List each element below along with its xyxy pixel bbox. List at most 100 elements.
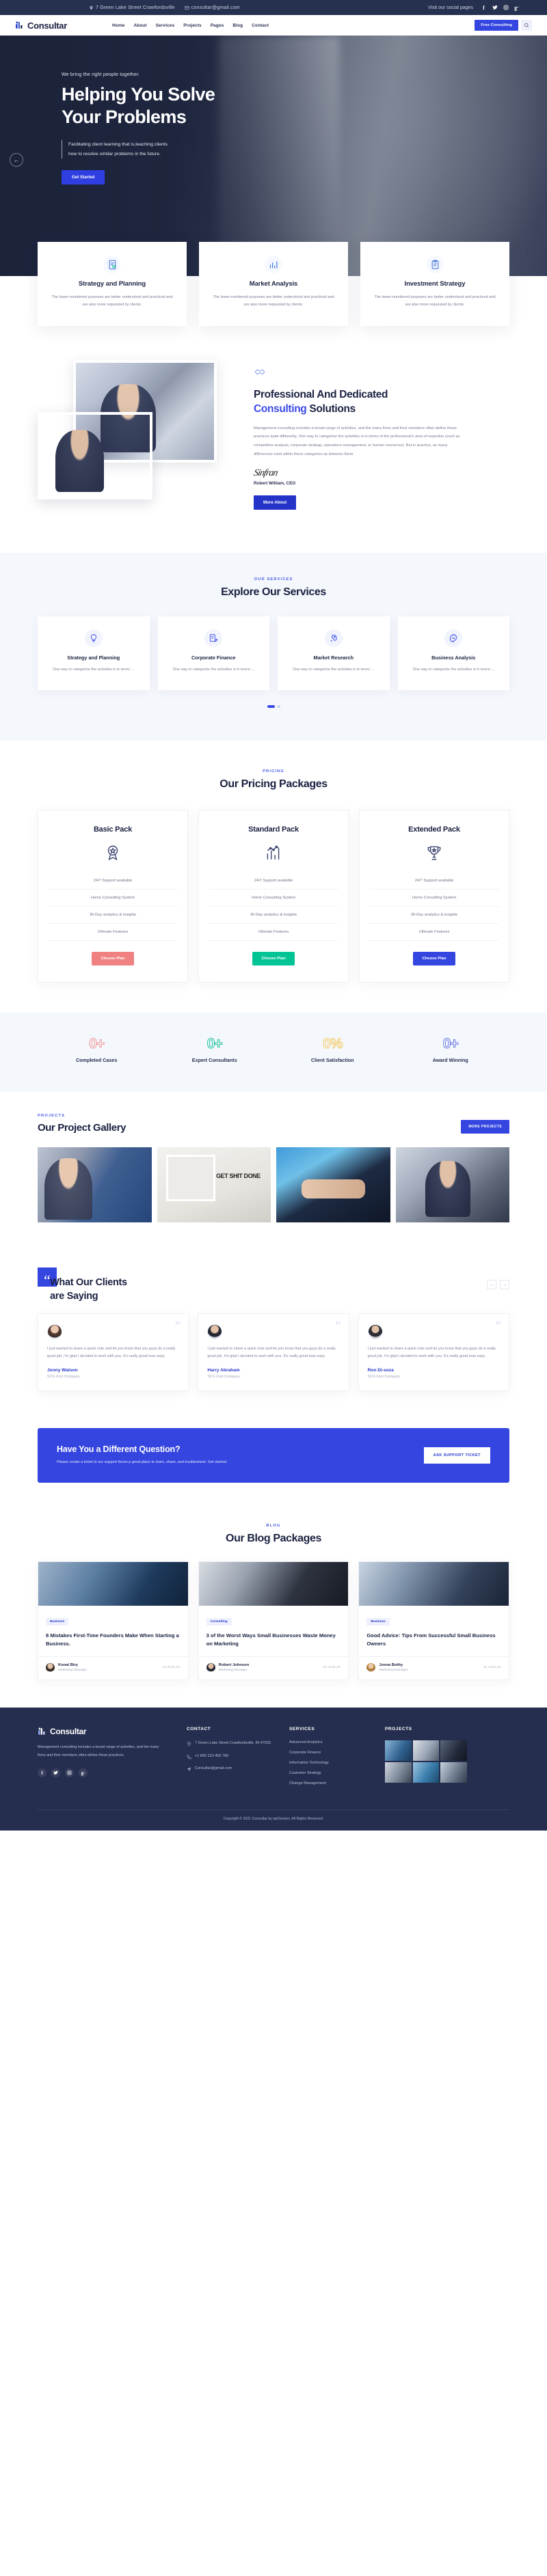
footer-contact-phone[interactable]: +1 800 123 456 789 (187, 1753, 289, 1760)
blog-grid: Business 8 Mistakes First-Time Founders … (38, 1561, 510, 1680)
feature-card[interactable]: Strategy and Planning The lower-numbered… (38, 242, 187, 326)
project-thumb-meeting[interactable] (38, 1147, 152, 1223)
blog-card[interactable]: Consulting 3 of the Worst Ways Small Bus… (198, 1561, 349, 1680)
feature-card[interactable]: Investment Strategy The lower-numbered p… (360, 242, 509, 326)
testimonial-name: Jonny Watson (47, 1367, 78, 1373)
envelope-icon (185, 5, 189, 10)
blog-post-title[interactable]: 8 Mistakes First-Time Founders Make When… (46, 1632, 181, 1656)
feature-card[interactable]: Market Analysis The lower-numbered purpo… (199, 242, 348, 326)
footer-container: Consultar Management consulting includes… (38, 1727, 509, 1831)
blog-card[interactable]: Business Good Advice: Tips From Successf… (358, 1561, 510, 1680)
feature-desc: The lower-numbered purposes are better u… (51, 295, 173, 307)
blog-author-role: Marketing Manager (379, 1668, 408, 1672)
footer-service-link[interactable]: Change Management (289, 1781, 385, 1785)
testimonials-next-button[interactable]: → (500, 1280, 509, 1290)
nav-item-pages[interactable]: Pages (211, 23, 224, 28)
instagram-icon[interactable] (503, 5, 509, 11)
nav-item-home[interactable]: Home (112, 23, 124, 28)
get-started-button[interactable]: Get Started (62, 170, 105, 185)
blog-footer: Konal Biry Marketing Manager 14 AUG,21 (38, 1656, 188, 1680)
plan-feature: Ultimate Features (209, 924, 338, 942)
footer-project-thumb[interactable] (440, 1740, 467, 1761)
counter-item: 0+ Award Winning (392, 1036, 510, 1064)
ask-support-ticket-button[interactable]: ASK SUPPORT TICKET (423, 1447, 490, 1464)
blog-category-badge[interactable]: Consulting (206, 1617, 232, 1626)
google-plus-icon[interactable]: g + (79, 1768, 88, 1778)
blog-post-title[interactable]: Good Advice: Tips From Successful Small … (366, 1632, 501, 1656)
choose-plan-button-basic[interactable]: Choose Plan (92, 952, 134, 966)
topbar-email[interactable]: consultar@gmail.com (185, 5, 240, 10)
gear-chart-icon (444, 629, 463, 647)
projects-container: PROJECTS Our Project Gallery MORE PROJEC… (38, 1114, 509, 1223)
blog-card[interactable]: Business 8 Mistakes First-Time Founders … (38, 1561, 189, 1680)
footer-socials: f g + (38, 1768, 187, 1778)
choose-plan-button-extended[interactable]: Choose Plan (413, 952, 455, 966)
carousel-dot[interactable] (277, 705, 280, 709)
footer-project-thumb[interactable] (440, 1762, 467, 1783)
footer-services-column: SERVICES Advanced Analytics Corporate Fi… (289, 1727, 385, 1792)
services-title: Explore Our Services (221, 586, 326, 598)
location-pin-icon (187, 1742, 191, 1746)
twitter-icon[interactable] (51, 1768, 60, 1778)
topbar-address: 7 Green Lake Street Crawfordsville (89, 5, 175, 10)
service-card[interactable]: Corporate Finance One way to categorize … (157, 616, 269, 691)
footer-service-link[interactable]: Customer Strategy (289, 1771, 385, 1775)
more-projects-button[interactable]: MORE PROJECTS (461, 1120, 509, 1134)
more-about-button[interactable]: More About (254, 495, 297, 510)
footer-contact-address: 7 Green Lake Street Crawfordsville, IN 4… (187, 1740, 289, 1747)
plan-feature: Ultimate Features (369, 924, 499, 942)
google-plus-icon[interactable]: g + (513, 5, 520, 11)
free-consulting-button[interactable]: Free Consulting (475, 20, 518, 31)
testimonial-company: SCG First Company (367, 1374, 401, 1379)
projects-grid (38, 1147, 509, 1223)
blog-container: BLOG Our Blog Packages Business 8 Mistak… (38, 1524, 510, 1680)
choose-plan-button-standard[interactable]: Choose Plan (252, 952, 295, 966)
counter-label: Client Satisfaction (310, 1057, 354, 1064)
blog-category-badge[interactable]: Business (46, 1617, 69, 1626)
footer-project-thumb[interactable] (385, 1762, 412, 1783)
projects-section: PROJECTS Our Project Gallery MORE PROJEC… (0, 1092, 547, 1250)
project-thumb-getshitdone[interactable] (157, 1147, 271, 1223)
facebook-icon[interactable]: f (38, 1768, 46, 1778)
service-title: Market Research (313, 654, 353, 661)
project-thumb-office[interactable] (395, 1147, 509, 1223)
rocket-icon (324, 629, 343, 647)
nav-item-projects[interactable]: Projects (183, 23, 201, 28)
logo[interactable]: Consultar (15, 20, 67, 31)
nav-item-about[interactable]: About (133, 23, 146, 28)
search-button[interactable] (521, 20, 532, 31)
nav-item-blog[interactable]: Blog (232, 23, 243, 28)
service-card[interactable]: Strategy and Planning One way to categor… (38, 616, 150, 691)
carousel-dot-active[interactable] (267, 705, 275, 709)
footer-service-link[interactable]: Corporate Finance (289, 1751, 385, 1755)
footer-description: Management consulting includes a broad r… (38, 1744, 159, 1757)
pricing-card-standard: Standard Pack 24/7 Support available Hom… (198, 810, 349, 983)
blog-category-badge[interactable]: Business (366, 1617, 390, 1626)
blog-body: Business Good Advice: Tips From Successf… (359, 1606, 509, 1656)
footer-project-thumb[interactable] (412, 1762, 440, 1783)
nav-item-services[interactable]: Services (156, 23, 175, 28)
instagram-icon[interactable] (65, 1768, 74, 1778)
plan-feature: 24/7 Support available (369, 873, 499, 890)
project-thumb-handshake[interactable] (276, 1147, 390, 1223)
testimonials-prev-button[interactable]: ← (487, 1280, 496, 1290)
nav-item-contact[interactable]: Contact (252, 23, 269, 28)
footer-service-link[interactable]: Information Technology (289, 1761, 385, 1765)
facebook-icon[interactable]: f (481, 5, 487, 11)
projects-title: Our Project Gallery (38, 1122, 126, 1134)
blog-author-group: Josna Bothy Marketing Manager (379, 1663, 408, 1672)
footer-service-link[interactable]: Advanced Analytics (289, 1740, 385, 1744)
pricing-eyebrow: PRICING (263, 769, 284, 774)
blog-post-title[interactable]: 3 of the Worst Ways Small Businesses Was… (206, 1632, 341, 1656)
footer-project-thumb[interactable] (385, 1740, 412, 1761)
hero-prev-arrow[interactable]: ← (10, 153, 23, 167)
footer-contact-email[interactable]: Consultar@gmail.com (187, 1766, 289, 1772)
twitter-icon[interactable] (492, 5, 498, 11)
badge-star-icon (103, 842, 123, 863)
footer-phone-text: +1 800 123 456 789 (195, 1753, 229, 1758)
service-card[interactable]: Market Research One way to categorize th… (278, 616, 390, 691)
about-title: Professional And Dedicated Consulting So… (254, 387, 509, 417)
service-card[interactable]: Business Analysis One way to categorize … (397, 616, 509, 691)
footer-project-thumb[interactable] (412, 1740, 440, 1761)
footer-logo[interactable]: Consultar (38, 1727, 187, 1736)
